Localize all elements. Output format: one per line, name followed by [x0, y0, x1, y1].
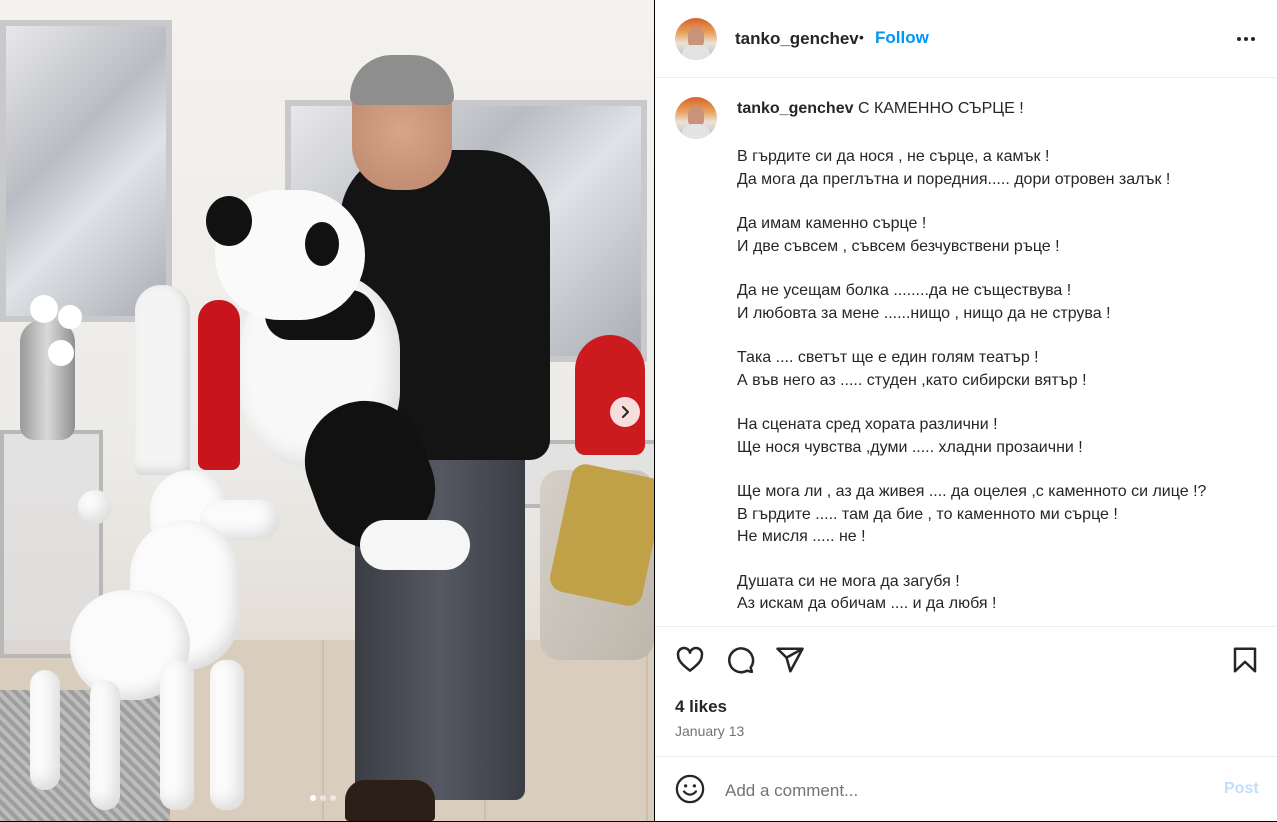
comment-bar: Post	[655, 756, 1277, 822]
header-username[interactable]: tanko_genchev	[735, 29, 859, 49]
poem-line: Не мисля ..... не !	[737, 528, 866, 545]
poem-line: На сцената сред хората различни !	[737, 416, 998, 433]
heart-icon[interactable]	[675, 645, 705, 675]
post-panel: tanko_genchev • Follow tanko_genchev С К…	[655, 0, 1277, 821]
poem-stanza: В гърдите си да нося , не сърце, а камък…	[737, 146, 1206, 191]
flower	[30, 295, 58, 323]
avatar[interactable]	[675, 18, 717, 60]
separator-dot: •	[859, 29, 864, 45]
poem-stanza: Да не усещам болка ........да не съществ…	[737, 280, 1206, 325]
poem-line: Да имам каменно сърце !	[737, 215, 927, 232]
person-shoe	[345, 780, 435, 821]
poem-line: Аз искам да обичам .... и да любя !	[737, 595, 997, 612]
poem-line: Така .... светът ще е един голям театър …	[737, 349, 1039, 366]
carousel-dot	[330, 795, 336, 801]
poem-line: А във него аз ..... студен ,като сибирск…	[737, 371, 1087, 389]
chevron-right-icon	[622, 406, 629, 418]
flower	[58, 305, 82, 329]
person-hair	[350, 55, 454, 105]
caption-username[interactable]: tanko_genchev	[737, 100, 853, 117]
poem-line: Ще нося чувства ,думи ..... хладни проза…	[737, 438, 1083, 456]
avatar[interactable]	[675, 97, 717, 139]
poem-line: Ще мога ли , аз да живея .... да оцелея …	[737, 483, 1207, 500]
comment-input[interactable]	[723, 777, 1187, 805]
share-icon[interactable]	[775, 645, 805, 675]
red-statue	[198, 300, 240, 470]
action-bar: 4 likes January 13	[655, 626, 1277, 757]
poem-line: В гърдите ..... там да бие , то каменнот…	[737, 505, 1118, 523]
next-image-button[interactable]	[610, 397, 640, 427]
poem-line: Душата си не мога да загубя !	[737, 572, 960, 590]
carousel-dot	[320, 795, 326, 801]
poem-line: В гърдите си да нося , не сърце, а камък…	[737, 148, 1050, 165]
bookmark-icon[interactable]	[1230, 645, 1260, 675]
white-poodle-statue	[30, 460, 290, 821]
follow-button[interactable]: Follow	[875, 28, 929, 48]
vase	[20, 320, 75, 440]
poem-line: Да не усещам болка ........да не съществ…	[737, 282, 1072, 299]
caption-poem: В гърдите си да нося , не сърце, а камък…	[737, 146, 1206, 626]
white-statue	[135, 285, 190, 475]
panda-toy-eye	[305, 222, 339, 266]
likes-count[interactable]: 4 likes	[675, 697, 727, 717]
flower	[48, 340, 74, 366]
red-sculpture	[575, 335, 645, 455]
comment-icon[interactable]	[725, 645, 755, 675]
wall-mirror-left	[0, 20, 172, 322]
post-header: tanko_genchev • Follow	[655, 0, 1277, 78]
poem-stanza: Ще мога ли , аз да живея .... да оцелея …	[737, 481, 1206, 549]
poem-stanza: Душата си не мога да загубя ! Аз искам да…	[737, 571, 1206, 616]
poem-line: И две съвсем , съвсем безчувствени ръце …	[737, 237, 1060, 255]
poem-stanza: Да имам каменно сърце ! И две съвсем , съ…	[737, 213, 1206, 258]
poem-stanza: Така .... светът ще е един голям театър …	[737, 347, 1206, 392]
caption-header: tanko_genchev С КАМЕННО СЪРЦЕ !	[737, 100, 1024, 118]
poem-line: Да мога да преглътна и поредния..... дор…	[737, 170, 1171, 188]
panda-toy-foot	[360, 520, 470, 570]
caption-title: С КАМЕННО СЪРЦЕ !	[857, 100, 1024, 117]
post-image[interactable]	[0, 0, 654, 821]
post-date: January 13	[675, 723, 745, 739]
more-options-icon[interactable]	[1233, 24, 1259, 54]
carousel-dot	[310, 795, 316, 801]
carousel-indicator	[310, 795, 336, 801]
panda-toy-ear	[206, 196, 252, 246]
emoji-icon[interactable]	[675, 774, 705, 804]
post-comment-button[interactable]: Post	[1224, 780, 1259, 798]
poem-line: И любовта за мене ......нищо , нищо да н…	[737, 304, 1111, 322]
caption-area: tanko_genchev С КАМЕННО СЪРЦЕ ! В гърдит…	[655, 78, 1277, 626]
poem-stanza: На сцената сред хората различни ! Ще нося…	[737, 414, 1206, 459]
